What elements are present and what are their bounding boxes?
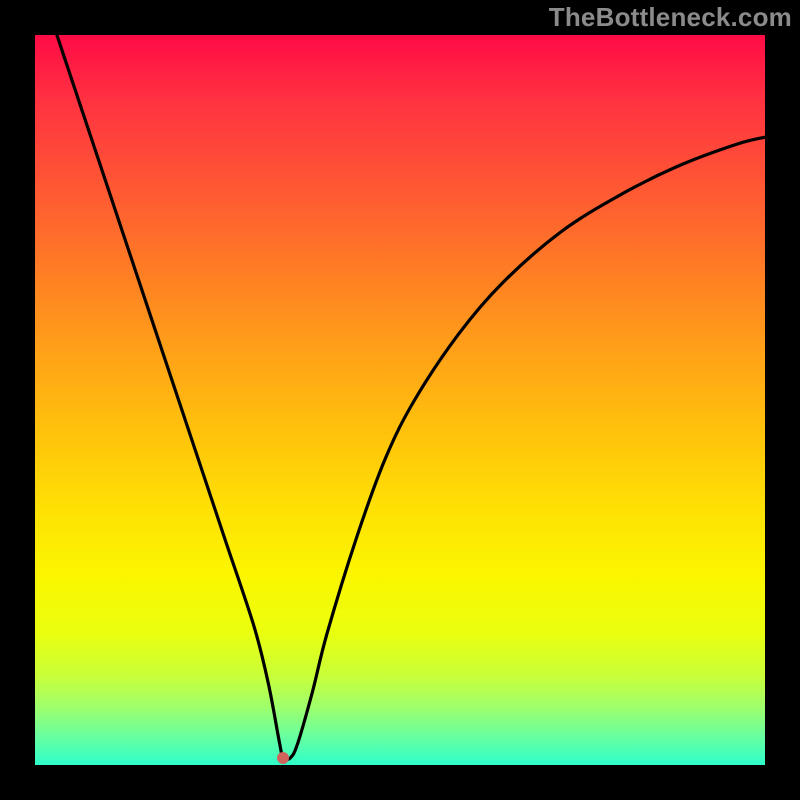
- watermark-text: TheBottleneck.com: [549, 2, 792, 33]
- chart-container: TheBottleneck.com: [0, 0, 800, 800]
- bottleneck-profile-curve: [57, 35, 765, 760]
- curve-layer: [35, 35, 765, 765]
- plot-area: [35, 35, 765, 765]
- optimal-point-marker: [277, 752, 289, 764]
